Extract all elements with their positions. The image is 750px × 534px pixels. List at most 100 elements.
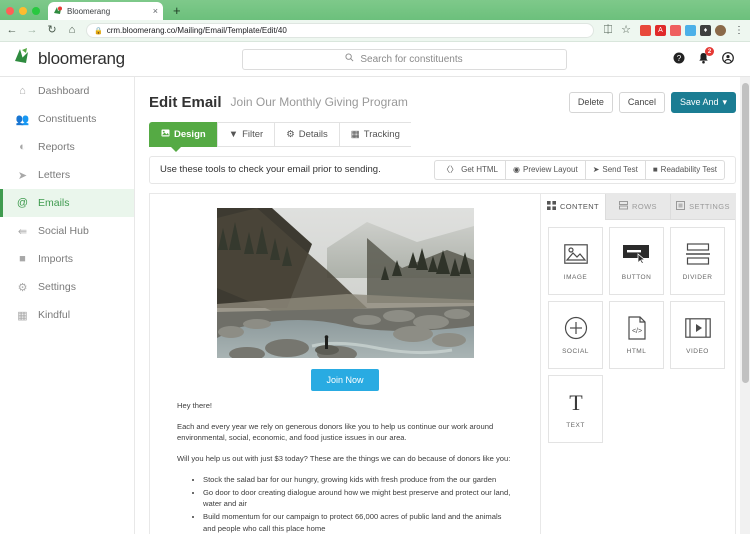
extension-pink-icon[interactable] <box>670 25 681 36</box>
people-icon: 👥 <box>15 113 30 126</box>
button-block-icon <box>622 241 651 267</box>
extensions-strip: A ♦ <box>640 25 726 36</box>
block-html[interactable]: </> HTML <box>609 300 664 369</box>
star-icon[interactable]: ☆ <box>620 25 632 36</box>
panel-tab-rows[interactable]: ROWS <box>605 193 670 220</box>
page-header: Edit Email Join Our Monthly Giving Progr… <box>149 87 736 120</box>
block-label: DIVIDER <box>682 273 713 281</box>
sidebar-item-label: Letters <box>38 169 71 181</box>
sidebar-item-kindful[interactable]: ▦ Kindful <box>0 301 134 329</box>
plus-icon[interactable]: + <box>173 4 181 20</box>
adobe-pdf-icon[interactable]: A <box>655 25 666 36</box>
readability-test-button[interactable]: ■ Readability Test <box>644 160 725 180</box>
address-bar-url: crm.bloomerang.co/Mailing/Email/Template… <box>106 26 287 35</box>
share-nodes-icon: ⇚ <box>17 225 28 238</box>
bell-icon[interactable]: 2 <box>698 47 714 66</box>
close-icon[interactable]: × <box>153 6 158 16</box>
sidebar-item-label: Reports <box>38 141 75 153</box>
maximize-window-button[interactable] <box>32 7 40 15</box>
settings-panel-icon <box>676 200 686 212</box>
paper-plane-icon: ➤ <box>592 165 600 174</box>
page-scrollbar[interactable] <box>740 77 750 534</box>
help-circle-icon[interactable]: ? <box>673 52 685 66</box>
preview-layout-label: Preview Layout <box>522 165 578 174</box>
share-icon[interactable]: ⎅ <box>602 25 614 36</box>
sidebar-item-constituents[interactable]: 👥 Constituents <box>0 105 134 133</box>
arrow-forward-icon[interactable]: → <box>26 25 38 36</box>
get-html-button[interactable]: 〈〉 Get HTML <box>434 160 505 180</box>
tab-design[interactable]: Design <box>149 121 217 147</box>
sidebar-item-letters[interactable]: ➤ Letters <box>0 161 134 189</box>
puzzle-icon[interactable]: ♦ <box>700 25 711 36</box>
block-label: SOCIAL <box>562 347 589 355</box>
rows-icon <box>619 200 629 212</box>
panel-tab-settings[interactable]: SETTINGS <box>670 193 735 220</box>
sidebar-item-label: Kindful <box>38 309 71 321</box>
block-label: BUTTON <box>621 273 652 281</box>
page-tabs: Design ▼ Filter ⚙ Details ▦ Tracking <box>149 121 736 152</box>
cancel-button[interactable]: Cancel <box>618 92 665 113</box>
sidebar-item-label: Social Hub <box>38 225 89 237</box>
brand[interactable]: bloomerang <box>0 47 135 72</box>
bloomerang-favicon <box>53 6 63 16</box>
tab-details[interactable]: ⚙ Details <box>274 121 339 147</box>
sidebar-item-social-hub[interactable]: ⇚ Social Hub <box>0 217 134 245</box>
browser-tab-strip: Bloomerang × + <box>0 0 750 20</box>
social-block-icon <box>564 315 588 341</box>
omnibox-actions: ⎅ ☆ <box>602 25 632 36</box>
kebab-menu-icon[interactable]: ⋮ <box>734 25 744 36</box>
home-icon: ⌂ <box>19 85 26 97</box>
list-item: Build momentum for our campaign to prote… <box>203 511 513 534</box>
block-video[interactable]: VIDEO <box>670 300 725 369</box>
sidebar-item-dashboard[interactable]: ⌂ Dashboard <box>0 77 134 105</box>
block-label: HTML <box>626 347 647 355</box>
email-canvas-inner: Join Now Hey there! Each and every year … <box>150 194 540 534</box>
sidebar-item-reports[interactable]: ◐ Reports <box>0 133 134 161</box>
panel-tab-content[interactable]: CONTENT <box>541 193 605 220</box>
delete-button[interactable]: Delete <box>568 92 613 113</box>
search-input[interactable]: Search for constituents <box>241 48 567 70</box>
tab-filter[interactable]: ▼ Filter <box>216 121 275 147</box>
block-text[interactable]: T TEXT <box>548 374 603 443</box>
list-item: Stock the salad bar for our hungry, grow… <box>203 474 513 486</box>
email-paragraph: Hey there! <box>177 400 213 410</box>
get-html-label: Get HTML <box>461 165 498 174</box>
gear-icon: ⚙ <box>17 281 28 294</box>
browser-tab[interactable]: Bloomerang × <box>48 2 163 20</box>
tab-label: Tracking <box>363 128 400 140</box>
user-circle-icon[interactable] <box>722 52 734 66</box>
sidebar-item-imports[interactable]: ■ Imports <box>0 245 134 273</box>
pie-chart-icon: ◐ <box>19 141 26 153</box>
send-test-button[interactable]: ➤ Send Test <box>584 160 645 180</box>
reload-icon[interactable]: ↻ <box>46 25 58 36</box>
block-image[interactable]: IMAGE <box>548 226 603 295</box>
paper-plane-icon: ➤ <box>17 169 28 182</box>
browser-tab-title: Bloomerang <box>67 6 111 16</box>
address-bar[interactable]: 🔒 crm.bloomerang.co/Mailing/Email/Templa… <box>86 23 594 38</box>
extension-blue-icon[interactable] <box>685 25 696 36</box>
home-icon[interactable]: ⌂ <box>66 25 78 36</box>
preview-layout-button[interactable]: ◉ Preview Layout <box>505 160 585 180</box>
search-wrapper: Search for constituents <box>135 48 673 70</box>
email-editor: Join Now Hey there! Each and every year … <box>149 192 736 534</box>
sidebar-item-emails[interactable]: @ Emails <box>0 189 134 217</box>
app-header: bloomerang Search for constituents ? 2 <box>0 42 750 77</box>
block-button[interactable]: BUTTON <box>609 226 664 295</box>
chevron-down-icon: ▾ <box>722 97 727 107</box>
email-body[interactable]: Hey there! Each and every year we rely o… <box>150 400 540 534</box>
minimize-window-button[interactable] <box>19 7 27 15</box>
tab-tracking[interactable]: ▦ Tracking <box>338 121 411 147</box>
block-divider[interactable]: DIVIDER <box>670 226 725 295</box>
profile-avatar-icon[interactable] <box>715 25 726 36</box>
close-window-button[interactable] <box>6 7 14 15</box>
block-social[interactable]: SOCIAL <box>548 300 603 369</box>
hero-image[interactable] <box>216 207 474 358</box>
save-and-button[interactable]: Save And ▾ <box>670 92 736 113</box>
sidebar-item-settings[interactable]: ⚙ Settings <box>0 273 134 301</box>
join-now-button[interactable]: Join Now <box>311 368 379 391</box>
extension-red-icon[interactable] <box>640 25 651 36</box>
email-canvas[interactable]: Join Now Hey there! Each and every year … <box>149 192 541 534</box>
content-panel: CONTENT ROWS SETTINGS IMAGE BUTTON DIVID… <box>541 192 736 534</box>
page-scrollbar-thumb[interactable] <box>742 83 749 383</box>
arrow-back-icon[interactable]: ← <box>6 25 18 36</box>
